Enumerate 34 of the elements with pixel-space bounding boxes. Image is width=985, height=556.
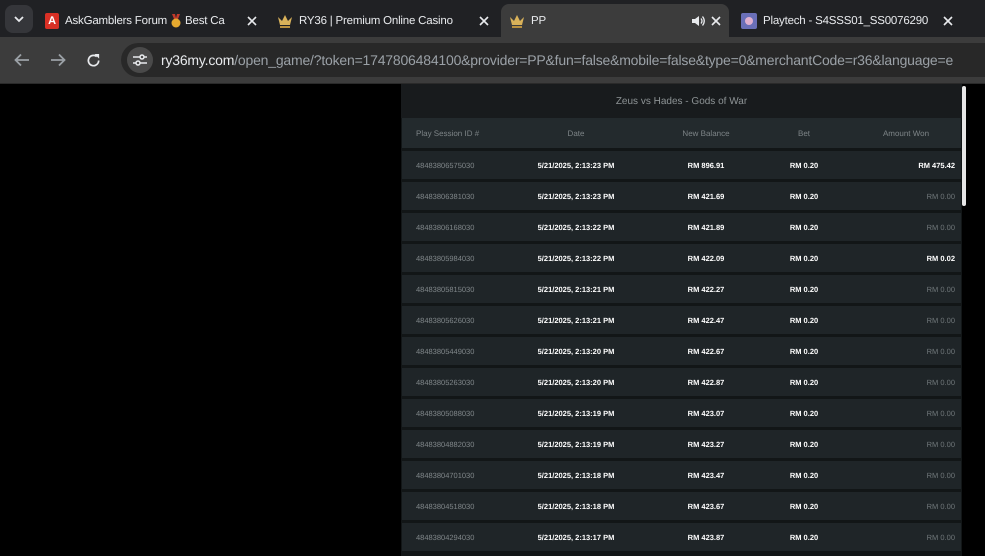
close-icon[interactable] — [247, 16, 257, 26]
tab-title: Best Ca — [185, 14, 225, 26]
tab-title: AskGamblers Forum — [65, 14, 168, 26]
browser-tab[interactable]: Playtech - S4SSS01_SS0076290 — [733, 4, 961, 37]
column-header: Play Session ID # — [415, 128, 480, 138]
game-icon — [741, 12, 757, 28]
close-icon[interactable] — [711, 16, 721, 26]
game-title: Zeus vs Hades - Gods of War — [616, 96, 748, 106]
column-header: Bet — [796, 128, 811, 138]
close-icon[interactable] — [943, 16, 953, 26]
tab-title: RY36 | Premium Online Casino — [299, 14, 453, 26]
browser-tab[interactable]: PP — [501, 4, 729, 37]
crown-icon — [277, 14, 293, 28]
favicon-icon: A — [45, 12, 59, 28]
close-icon[interactable] — [479, 16, 489, 26]
browser-tab[interactable]: A AskGamblers Forum Best Ca — [37, 4, 265, 37]
site-settings-icon[interactable] — [127, 47, 153, 73]
crown-icon — [509, 14, 525, 28]
tab-title: PP — [531, 14, 546, 26]
tab-search-button[interactable] — [5, 5, 33, 33]
scrollbar-thumb[interactable] — [962, 86, 966, 206]
url-text: ry36my.com/open_game/?token=1747806484100&provider=PP&fun=false&mobile=false&type=0&merchantCode=r36&language=e — [161, 52, 954, 68]
forward-arrow-icon[interactable] — [50, 53, 66, 67]
chevron-down-icon — [13, 15, 25, 23]
back-arrow-icon[interactable] — [14, 53, 30, 67]
column-header: Date — [566, 128, 586, 138]
speaker-icon[interactable] — [691, 14, 705, 26]
reload-icon[interactable] — [86, 52, 101, 68]
medal-icon — [170, 14, 182, 28]
browser-tab[interactable]: RY36 | Premium Online Casino — [269, 4, 497, 37]
column-header: Amount Won — [882, 128, 930, 138]
address-bar[interactable]: ry36my.com/open_game/?token=1747806484100&provider=PP&fun=false&mobile=false&type=0&merchantCode=r36&language=e — [121, 43, 985, 77]
tab-title: Playtech - S4SSS01_SS0076290 — [763, 14, 928, 26]
column-header: New Balance — [681, 128, 731, 138]
